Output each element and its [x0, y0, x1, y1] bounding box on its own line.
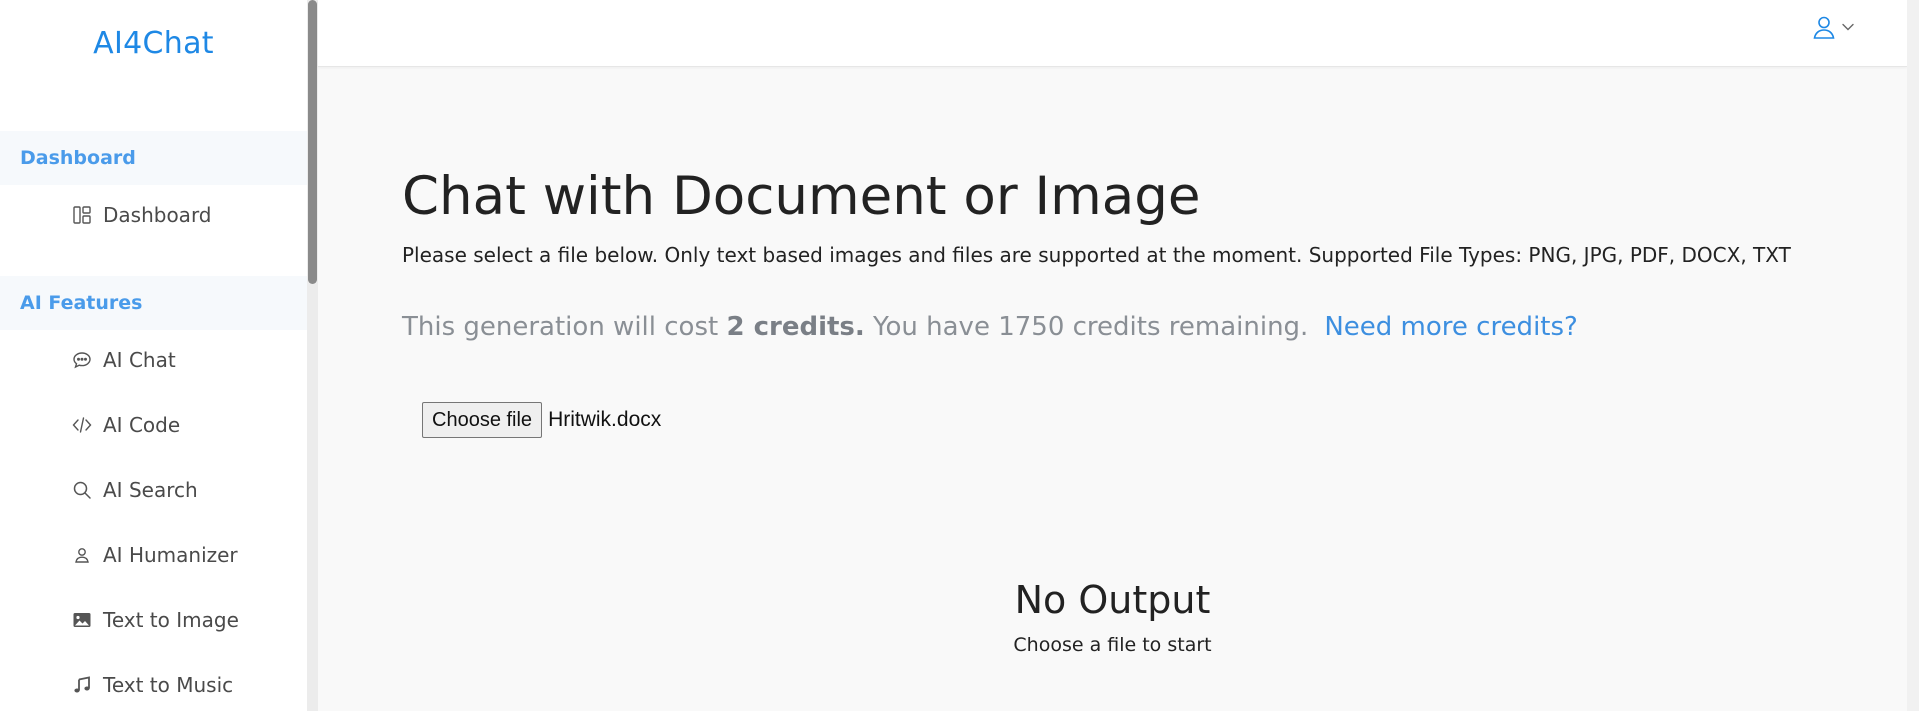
music-note-icon — [72, 675, 92, 695]
sidebar-item-dashboard[interactable]: Dashboard — [0, 190, 307, 240]
sidebar-item-ai-chat[interactable]: AI Chat — [0, 335, 307, 385]
sidebar-item-label: AI Chat — [103, 348, 176, 372]
page-scrollbar-track[interactable] — [1907, 0, 1919, 711]
layout-icon — [72, 205, 92, 225]
file-input[interactable]: Choose file Hritwik.docx — [422, 402, 661, 438]
search-icon — [72, 480, 92, 500]
sidebar-section-dashboard: Dashboard — [0, 131, 307, 185]
code-icon — [72, 415, 92, 435]
credits-info: This generation will cost 2 credits. You… — [402, 312, 1578, 342]
page-title: Chat with Document or Image — [402, 166, 1201, 227]
sidebar-section-ai-features: AI Features — [0, 276, 307, 330]
sidebar-item-ai-humanizer[interactable]: AI Humanizer — [0, 530, 307, 580]
need-more-credits-link[interactable]: Need more credits? — [1324, 312, 1578, 342]
sidebar-item-label: Dashboard — [103, 203, 212, 227]
chevron-down-icon — [1841, 20, 1855, 34]
sidebar-item-label: AI Search — [103, 478, 198, 502]
sidebar-item-text-to-image[interactable]: Text to Image — [0, 595, 307, 645]
image-icon — [72, 610, 92, 630]
choose-file-button[interactable]: Choose file — [422, 402, 543, 438]
sidebar-item-label: AI Code — [103, 413, 181, 437]
topbar — [318, 0, 1907, 67]
sidebar: AI4Chat Dashboard Dashboard AI Features … — [0, 0, 307, 711]
chat-bubble-icon — [72, 350, 92, 370]
selected-file-name: Hritwik.docx — [548, 408, 662, 431]
user-icon — [72, 545, 92, 565]
sidebar-item-label: AI Humanizer — [103, 543, 238, 567]
cost-amount: 2 credits. — [726, 312, 865, 342]
sidebar-item-ai-code[interactable]: AI Code — [0, 400, 307, 450]
output-title: No Output — [1014, 578, 1211, 622]
sidebar-item-label: Text to Music — [103, 673, 234, 697]
sidebar-item-ai-search[interactable]: AI Search — [0, 465, 307, 515]
credits-remaining: You have 1750 credits remaining. — [864, 312, 1309, 342]
cost-prefix: This generation will cost — [402, 312, 727, 342]
main-content: Chat with Document or Image Please selec… — [318, 67, 1907, 711]
brand-logo[interactable]: AI4Chat — [0, 26, 307, 61]
user-menu[interactable] — [1811, 14, 1855, 40]
sidebar-item-text-to-music[interactable]: Text to Music — [0, 660, 307, 710]
sidebar-item-label: Text to Image — [103, 608, 239, 632]
page-description: Please select a file below. Only text ba… — [402, 243, 1791, 267]
user-icon — [1811, 14, 1837, 40]
sidebar-scrollbar-thumb[interactable] — [308, 0, 317, 284]
output-subtitle: Choose a file to start — [1013, 634, 1212, 656]
